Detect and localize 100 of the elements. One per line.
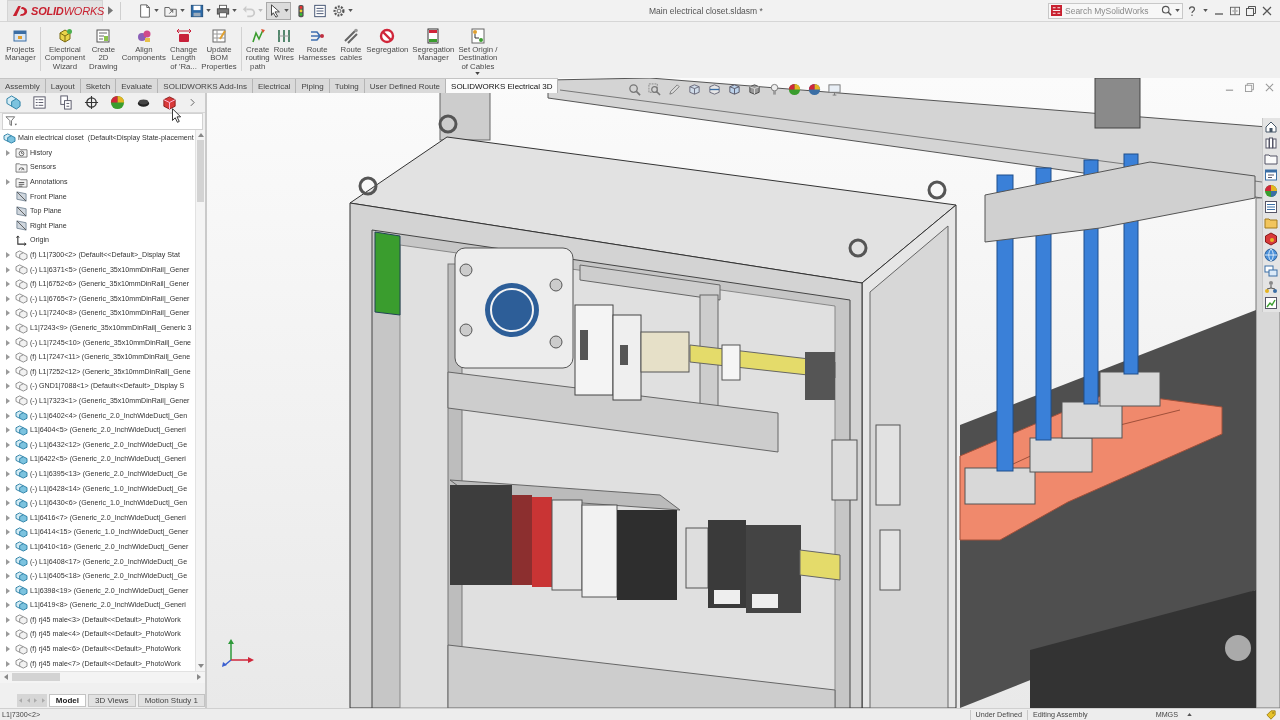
list-icon[interactable] [1264, 200, 1278, 214]
model-tab[interactable]: Motion Study 1 [137, 694, 205, 707]
harness-icon [309, 28, 326, 44]
monitor-icon[interactable] [828, 83, 841, 96]
expand-arrow-icon[interactable] [6, 149, 10, 156]
expand-arrow-icon[interactable] [6, 412, 10, 419]
scroll-down-icon[interactable] [197, 663, 204, 668]
expand-arrow-icon[interactable] [6, 325, 10, 331]
scroll-up-icon[interactable] [197, 133, 204, 137]
filter-field[interactable] [2, 113, 203, 130]
configuration-icon[interactable] [58, 95, 73, 110]
caret-icon[interactable] [348, 9, 353, 12]
books-icon[interactable] [1264, 136, 1278, 150]
folder-icon[interactable] [1264, 152, 1278, 166]
section-cube-icon[interactable] [708, 83, 721, 96]
color-ball-icon[interactable] [1264, 184, 1278, 198]
assembly-icon [15, 570, 28, 582]
caret-icon[interactable] [1175, 9, 1180, 12]
parts-icon [15, 307, 28, 319]
network-icon[interactable] [1264, 280, 1278, 294]
search-icon[interactable] [1161, 5, 1172, 16]
expand-arrow-icon[interactable] [6, 485, 10, 492]
expand-arrow-icon[interactable] [6, 179, 10, 186]
expand-arrow-icon[interactable] [6, 398, 10, 404]
parts-icon [15, 337, 28, 349]
assembly-icon [15, 541, 28, 553]
color-ball-icon[interactable] [110, 95, 125, 110]
property-list-icon[interactable] [32, 95, 47, 110]
scrollbar-thumb[interactable] [197, 140, 204, 202]
logo-button[interactable]: SOLIDWORKS [7, 0, 103, 22]
parts-icon [15, 249, 28, 261]
tile-windows-icon[interactable] [1230, 5, 1240, 16]
endpoints-icon [469, 28, 486, 44]
expand-arrow-icon[interactable] [6, 310, 10, 317]
globe-icon[interactable] [1264, 248, 1278, 262]
ribbon-tab[interactable]: SOLIDWORKS Electrical 3D [446, 79, 559, 93]
home-icon[interactable] [1264, 120, 1278, 134]
cube-icon[interactable] [728, 83, 741, 96]
color-ball-icon[interactable] [788, 83, 801, 96]
crosshair-icon[interactable] [84, 95, 99, 110]
caret-icon[interactable] [232, 9, 237, 12]
chat-icon[interactable] [1264, 264, 1278, 278]
assembly-icon[interactable] [6, 95, 21, 110]
cube-icon[interactable] [688, 83, 701, 96]
caret-icon[interactable] [284, 9, 289, 12]
scroll-left-icon[interactable] [4, 674, 8, 681]
lamp-icon[interactable] [768, 83, 781, 96]
caret-icon[interactable] [475, 72, 481, 76]
caret-icon[interactable] [154, 9, 159, 12]
sheet-icon [95, 28, 112, 44]
table-icon [211, 28, 227, 44]
assembly-icon [15, 512, 28, 524]
assembly-icon [15, 468, 28, 480]
parts-icon [15, 366, 28, 378]
parts-icon [15, 643, 28, 655]
axis-triad-icon [221, 638, 255, 668]
plane-icon [15, 191, 28, 203]
parts-icon [15, 293, 28, 305]
model-tab[interactable]: Model [48, 694, 86, 707]
caret-icon[interactable] [1187, 713, 1192, 716]
assembly-icon [15, 483, 28, 495]
caret-icon[interactable] [206, 9, 211, 12]
select-button[interactable] [266, 1, 291, 20]
filter-icon[interactable] [5, 116, 18, 127]
scroll-right-icon[interactable] [197, 674, 201, 681]
caret-icon[interactable] [180, 9, 185, 12]
assembly-icon [15, 497, 28, 509]
zoom-area-icon[interactable] [648, 83, 661, 96]
box-icon[interactable] [162, 95, 177, 110]
magnifier-icon[interactable] [628, 83, 641, 96]
cube-icon[interactable] [748, 83, 761, 96]
caret-icon[interactable] [1203, 9, 1208, 12]
expand-arrow-icon[interactable] [6, 558, 10, 565]
expand-arrow-icon[interactable] [6, 383, 10, 390]
wires-icon [276, 28, 293, 44]
restore-icon[interactable] [1246, 5, 1256, 16]
model-tab[interactable]: 3D Views [87, 694, 136, 707]
scrollbar-thumb[interactable] [12, 673, 60, 682]
close-icon[interactable] [1262, 5, 1272, 16]
search-field[interactable]: Search MySolidWorks [1048, 2, 1183, 19]
cursor-arrow-icon [268, 3, 282, 18]
assembly-icon [15, 556, 28, 567]
window-icon[interactable] [1264, 168, 1278, 182]
window-icon [12, 28, 29, 44]
logo-icon [1051, 5, 1062, 16]
assembly-icon [15, 424, 28, 436]
expand-arrow-icon[interactable] [6, 339, 10, 346]
help-icon[interactable] [1187, 5, 1197, 16]
chevron-right-icon[interactable] [190, 98, 195, 107]
expand-arrow-icon[interactable] [6, 631, 10, 638]
assembly-icon [15, 526, 28, 538]
expand-arrow-icon[interactable] [108, 6, 113, 15]
chart-icon[interactable] [1264, 296, 1278, 310]
color-ball-icon[interactable] [808, 83, 821, 96]
box-icon[interactable] [1264, 232, 1278, 246]
tag-icon[interactable] [1266, 709, 1276, 720]
origin-axes-icon [15, 234, 28, 246]
plane-icon [15, 205, 28, 217]
pencil-icon[interactable] [668, 83, 681, 96]
shapes-icon [135, 28, 152, 44]
